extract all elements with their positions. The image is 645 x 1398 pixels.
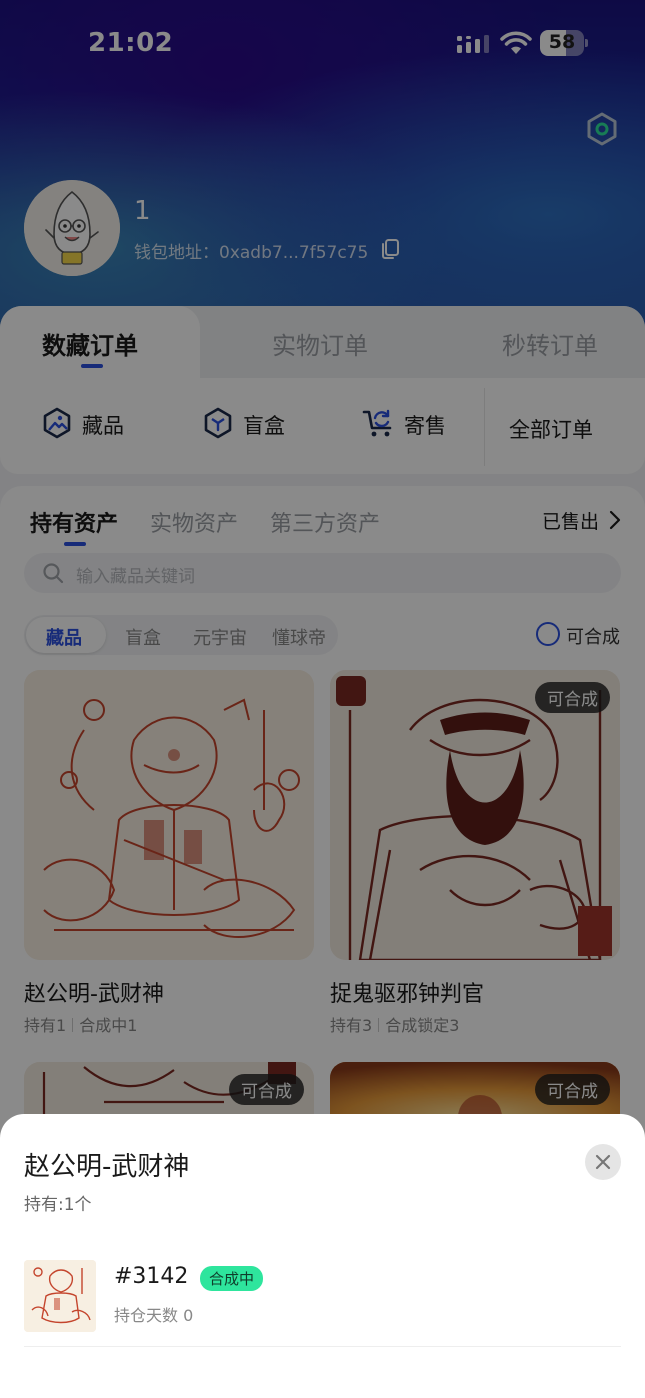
item-detail-sheet: 赵公明-武财神 持有:1个 #3142 合成中 持仓天数 0: [0, 1114, 645, 1398]
sheet-subtitle: 持有:1个: [24, 1195, 92, 1215]
item-holding-days: 持仓天数 0: [114, 1306, 194, 1325]
sheet-title: 赵公明-武财神: [24, 1152, 190, 1182]
zhao-gongming-thumb-icon: [24, 1260, 96, 1332]
close-button[interactable]: [585, 1144, 621, 1180]
item-number: #3142: [114, 1264, 189, 1289]
item-status-badge: 合成中: [200, 1266, 264, 1291]
close-icon: [595, 1154, 611, 1170]
divider: [24, 1346, 621, 1347]
item-thumbnail: [24, 1260, 96, 1332]
